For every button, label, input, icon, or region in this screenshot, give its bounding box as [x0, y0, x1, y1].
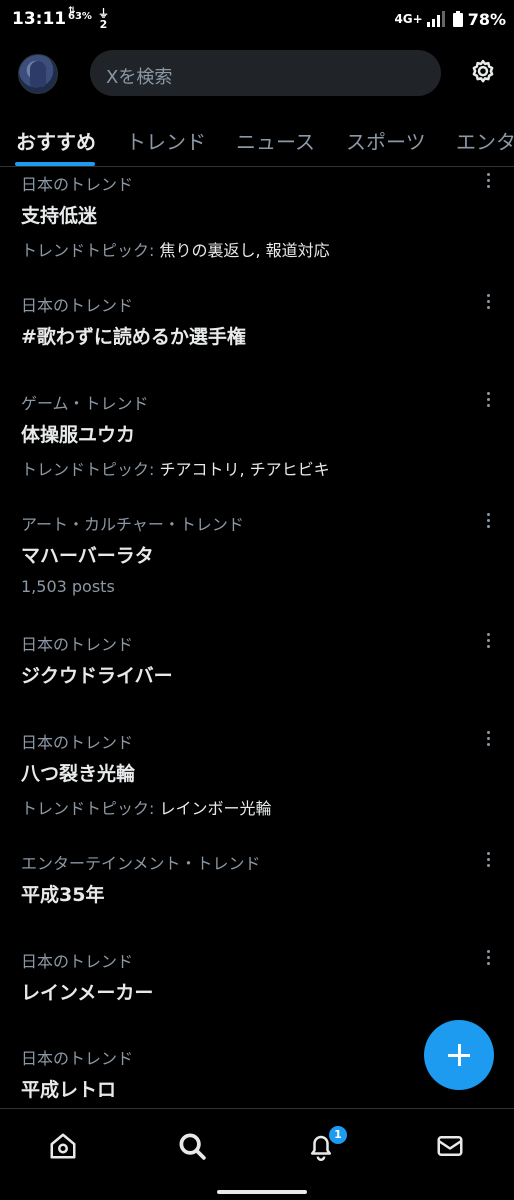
trend-category: 日本のトレンド — [21, 635, 134, 654]
explore-header: Xを検索 — [0, 44, 514, 104]
tab-sports[interactable]: スポーツ — [346, 126, 426, 155]
trend-category: 日本のトレンド — [21, 296, 134, 315]
trend-topics: トレンドトピック: 焦りの裏返し, 報道対応 — [21, 241, 330, 260]
trend-category: エンターテインメント・トレンド — [21, 854, 261, 873]
trend-category: 日本のトレンド — [21, 175, 134, 194]
more-options-icon[interactable] — [478, 390, 498, 410]
more-options-icon[interactable] — [478, 631, 498, 651]
avatar[interactable] — [18, 54, 58, 94]
more-options-icon[interactable] — [478, 948, 498, 968]
trend-name: 支持低迷 — [21, 205, 98, 227]
trend-name: ジクウドライバー — [21, 665, 173, 687]
search-placeholder: Xを検索 — [106, 67, 173, 88]
trend-topics: トレンドトピック: レインボー光輪 — [21, 799, 272, 818]
tab-entertainment[interactable]: エンタ — [456, 126, 514, 155]
trend-category: 日本のトレンド — [21, 952, 134, 971]
trend-name: 平成レトロ — [21, 1079, 117, 1101]
active-tab-indicator — [15, 162, 95, 166]
search-icon[interactable] — [177, 1131, 207, 1161]
more-options-icon[interactable] — [478, 511, 498, 531]
notification-badge: 1 — [328, 1125, 348, 1145]
usb-indicator: ⏚ 2 — [98, 7, 109, 31]
status-right: 4G+ 78% — [394, 9, 506, 29]
status-bar: 13:11 ⇅ 63% ⏚ 2 4G+ 78% — [0, 0, 514, 38]
tab-trending[interactable]: トレンド — [126, 126, 206, 155]
bottom-nav: 1 — [0, 1108, 514, 1200]
trend-post-count: 1,503 posts — [21, 577, 115, 596]
home-icon[interactable] — [48, 1131, 78, 1161]
search-input[interactable]: Xを検索 — [90, 50, 441, 96]
trend-name: #歌わずに読めるか選手権 — [21, 326, 246, 348]
more-options-icon[interactable] — [478, 850, 498, 870]
gear-icon[interactable] — [468, 58, 498, 88]
trend-category: ゲーム・トレンド — [21, 394, 149, 413]
signal-icon — [426, 11, 445, 27]
status-time: 13:11 — [12, 9, 67, 29]
trend-name: 体操服ユウカ — [21, 424, 136, 446]
data-arrows-icon: ⇅ — [68, 6, 76, 16]
more-options-icon[interactable] — [478, 729, 498, 749]
trend-category: 日本のトレンド — [21, 1049, 134, 1068]
trend-category: アート・カルチャー・トレンド — [21, 515, 244, 534]
trend-name: 八つ裂き光輪 — [21, 763, 136, 785]
trend-category: 日本のトレンド — [21, 733, 134, 752]
data-usage-indicator: ⇅ 63% — [68, 6, 92, 22]
network-type: 4G+ — [394, 12, 423, 26]
battery-icon — [452, 11, 463, 27]
messages-icon[interactable] — [435, 1131, 465, 1161]
battery-percent: 78% — [467, 9, 506, 29]
gesture-home-indicator — [217, 1190, 307, 1194]
explore-tabs: おすすめ トレンド ニュース スポーツ エンタ — [0, 112, 514, 167]
trend-name: レインメーカー — [21, 982, 154, 1004]
trend-name: マハーバーラタ — [21, 545, 154, 567]
trend-topics: トレンドトピック: チアコトリ, チアヒビキ — [21, 460, 330, 479]
compose-button[interactable] — [424, 1020, 494, 1090]
more-options-icon[interactable] — [478, 171, 498, 191]
more-options-icon[interactable] — [478, 292, 498, 312]
trend-name: 平成35年 — [21, 884, 105, 906]
tab-for-you[interactable]: おすすめ — [16, 126, 96, 155]
tab-news[interactable]: ニュース — [236, 126, 315, 155]
